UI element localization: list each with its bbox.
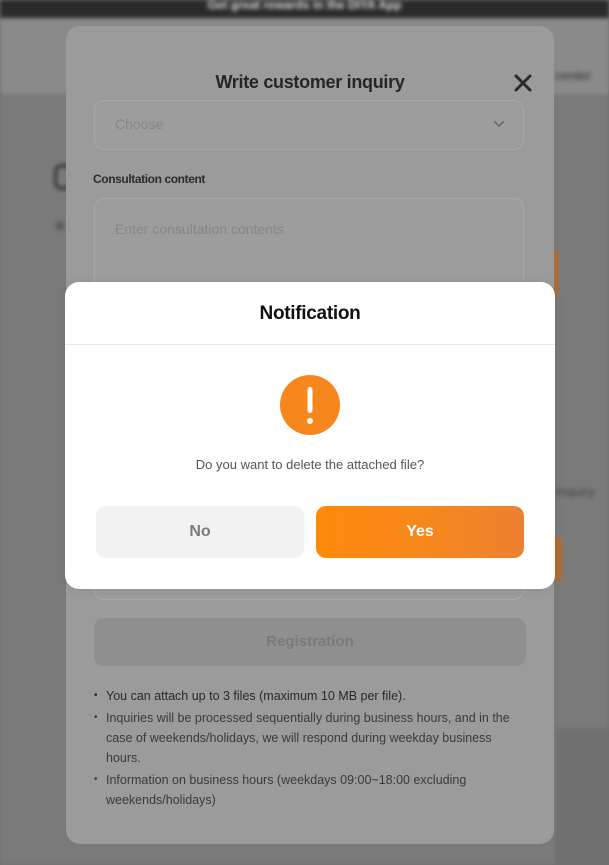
exclamation-icon <box>280 375 340 435</box>
notification-message: Do you want to delete the attached file? <box>195 457 425 472</box>
notice-item: Information on business hours (weekdays … <box>94 770 526 810</box>
notification-divider <box>65 344 555 345</box>
category-select[interactable]: Choose <box>94 100 524 150</box>
chevron-down-icon <box>494 121 504 128</box>
yes-button[interactable]: Yes <box>316 506 524 558</box>
notice-item: You can attach up to 3 files (maximum 10… <box>94 686 526 706</box>
registration-button[interactable]: Registration <box>94 618 526 666</box>
consultation-content-placeholder: Enter consultation contents <box>115 221 284 237</box>
page-side-text: Inquiry <box>556 484 596 499</box>
top-banner: Get great rewards in the DIYA App <box>0 0 609 18</box>
notice-list: You can attach up to 3 files (maximum 10… <box>94 686 526 812</box>
consultation-content-label: Consultation content <box>93 172 205 186</box>
notification-dialog: Notification Do you want to delete the a… <box>65 282 555 589</box>
page-bullet <box>56 222 64 230</box>
no-button[interactable]: No <box>96 506 304 558</box>
page-bottom-panel <box>555 728 609 865</box>
notice-item: Inquiries will be processed sequentially… <box>94 708 526 768</box>
notification-title: Notification <box>259 303 361 324</box>
header-link: center <box>554 68 591 83</box>
inquiry-modal-title: Write customer inquiry <box>215 72 405 92</box>
category-select-placeholder: Choose <box>115 116 164 132</box>
close-icon[interactable] <box>512 72 534 94</box>
